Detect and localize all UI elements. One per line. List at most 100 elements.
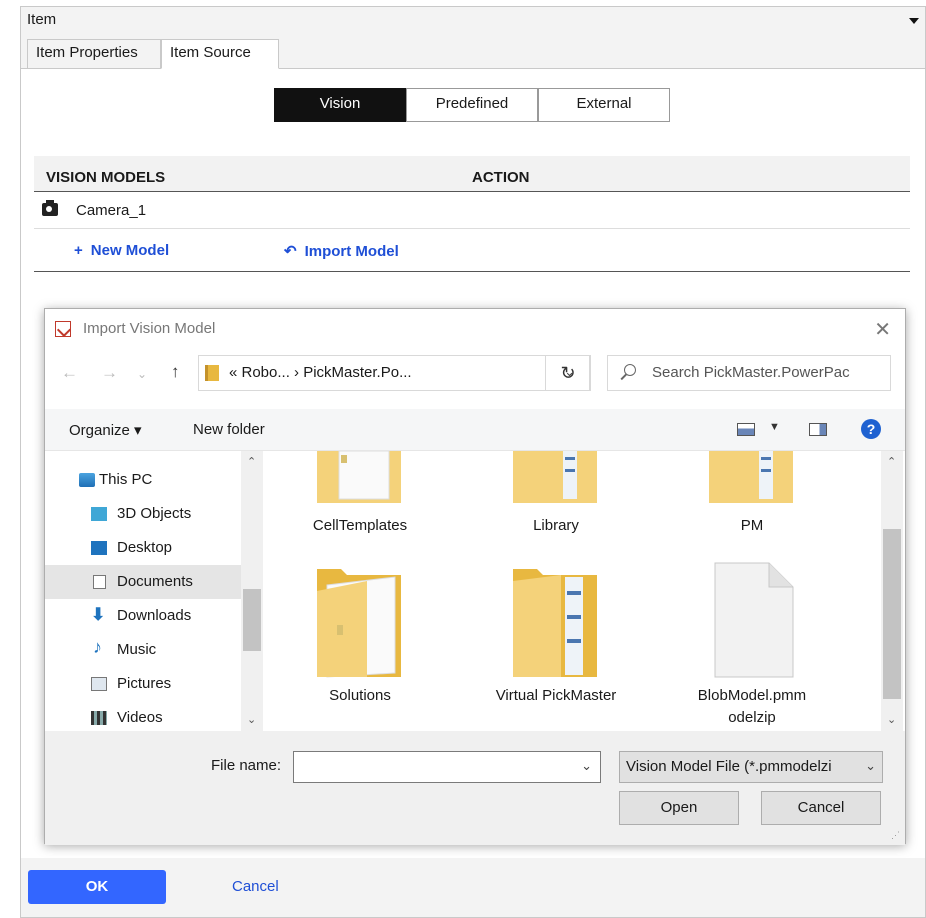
download-icon: ⬇ [91,605,106,624]
chevron-down-icon[interactable]: ⌄ [865,758,876,774]
nav-item-documents[interactable]: Documents [45,565,241,599]
folder-icon [709,451,793,503]
forward-arrow-icon[interactable]: → [101,363,118,383]
plus-icon: + [74,242,83,259]
file-name: PM [740,517,764,534]
action-column: ACTION [472,169,530,186]
import-vision-model-dialog: Import Vision Model ✕ ← → ⌄ ↑ « Robo... … [44,308,906,845]
file-name-label: File name: [211,757,282,774]
chevron-down-icon[interactable]: ⌄ [581,758,592,774]
dialog-titlebar[interactable]: Import Vision Model ✕ [45,309,905,349]
nav-label: Desktop [117,539,173,556]
new-model-label: New Model [90,242,170,259]
nav-item-desktop[interactable]: Desktop [45,531,241,565]
documents-icon [93,575,106,589]
preview-pane-icon[interactable] [809,423,827,436]
import-icon: ↶ [284,243,297,260]
pictures-icon [91,677,107,691]
file-name: CellTemplates [312,517,408,534]
new-folder-button[interactable]: New folder [193,421,265,438]
search-placeholder: Search PickMaster.PowerPac [652,364,850,381]
nav-item-3d-objects[interactable]: 3D Objects [45,497,241,531]
nav-label: Videos [117,709,163,726]
segment-external[interactable]: External [538,88,670,122]
dialog-title: Import Vision Model [83,320,216,337]
nav-scrollbar[interactable]: ⌃ ⌄ [241,451,263,731]
nav-item-videos[interactable]: Videos [45,701,241,735]
view-dropdown-icon[interactable]: ▼ [769,421,780,433]
recent-locations-icon[interactable]: ⌄ [137,367,147,381]
import-model-button[interactable]: ↶ Import Model [284,242,399,260]
up-arrow-icon[interactable]: ↑ [171,362,180,382]
nav-label: Music [117,641,157,658]
ok-button[interactable]: OK [28,870,166,904]
tab-item-properties[interactable]: Item Properties [27,39,161,69]
folder-icon [317,569,401,678]
nav-item-this-pc[interactable]: This PC [45,463,241,497]
folder-icon [205,365,219,381]
new-model-button[interactable]: + New Model [74,242,169,259]
segment-vision[interactable]: Vision [274,88,406,122]
organize-button[interactable]: Organize ▾ [69,421,142,439]
address-bar[interactable]: « Robo... › PickMaster.Po... ⌄ [198,355,590,391]
collapse-caret-icon[interactable] [909,18,919,24]
tab-bar: Item Properties Item Source [21,39,925,69]
vision-models-header: VISION MODELS ACTION [34,156,910,192]
vision-model-name: Camera_1 [76,202,147,219]
file-icon [714,562,794,678]
file-name-input[interactable]: ⌄ [293,751,601,783]
videos-icon [91,711,107,725]
file-name: Virtual PickMaster [495,687,617,704]
app-icon [55,321,71,337]
file-name: Solutions [329,687,391,704]
vision-models-column: VISION MODELS [46,169,166,186]
help-icon[interactable]: ? [861,419,881,439]
nav-item-pictures[interactable]: Pictures [45,667,241,701]
segment-predefined[interactable]: Predefined [406,88,538,122]
nav-label: This PC [99,471,153,488]
camera-icon [42,200,58,216]
nav-label: Documents [117,573,193,590]
scroll-thumb[interactable] [243,589,261,651]
file-type-value: Vision Model File (*.pmmodelzi [626,758,832,775]
folder-icon [317,451,401,503]
file-scrollbar[interactable]: ⌃ ⌄ [881,451,903,731]
panel-title: Item [27,11,57,28]
model-actions: + New Model ↶ Import Model [34,230,910,272]
close-icon[interactable]: ✕ [874,317,891,342]
import-model-label: Import Model [304,243,399,260]
resize-grip-icon[interactable]: ⋰ [891,830,901,841]
dialog-cancel-button[interactable]: Cancel [761,791,881,825]
refresh-icon[interactable]: ↻ [545,355,591,391]
open-button[interactable]: Open [619,791,739,825]
back-arrow-icon[interactable]: ← [61,363,78,383]
file-name: Library [533,517,579,534]
navigation-pane: This PC 3D Objects Desktop Documents ⬇ D… [45,451,267,731]
scroll-thumb[interactable] [883,529,901,699]
view-options-icon[interactable] [737,423,755,436]
file-type-select[interactable]: Vision Model File (*.pmmodelzi ⌄ [619,751,883,783]
search-icon [624,364,636,376]
search-input[interactable]: Search PickMaster.PowerPac [607,355,891,391]
scroll-up-icon[interactable]: ⌃ [247,455,256,468]
folder-icon [513,451,597,503]
nav-item-music[interactable]: ♪ Music [45,633,241,667]
scroll-down-icon[interactable]: ⌄ [247,713,256,726]
scroll-down-icon[interactable]: ⌄ [887,713,896,726]
nav-item-downloads[interactable]: ⬇ Downloads [45,599,241,633]
desktop-icon [91,541,107,555]
nav-label: Downloads [117,607,192,624]
file-name: BlobModel.pmm odelzip [697,687,807,726]
dialog-toolbar: Organize ▾ New folder ▼ ? [45,409,905,451]
cancel-button[interactable]: Cancel [232,878,279,895]
file-view: CellTemplates Library PM Solutions Virtu… [267,451,881,731]
panel-header[interactable]: Item [21,7,925,35]
scroll-up-icon[interactable]: ⌃ [887,455,896,468]
3d-objects-icon [91,507,107,521]
tab-item-source[interactable]: Item Source [161,39,279,69]
vision-model-row[interactable]: Camera_1 [34,193,910,229]
music-icon: ♪ [93,637,102,657]
dialog-footer: File name: ⌄ Vision Model File (*.pmmode… [45,731,905,845]
nav-label: Pictures [117,675,172,692]
navigation-bar: ← → ⌄ ↑ « Robo... › PickMaster.Po... ⌄ ↻… [45,353,905,395]
